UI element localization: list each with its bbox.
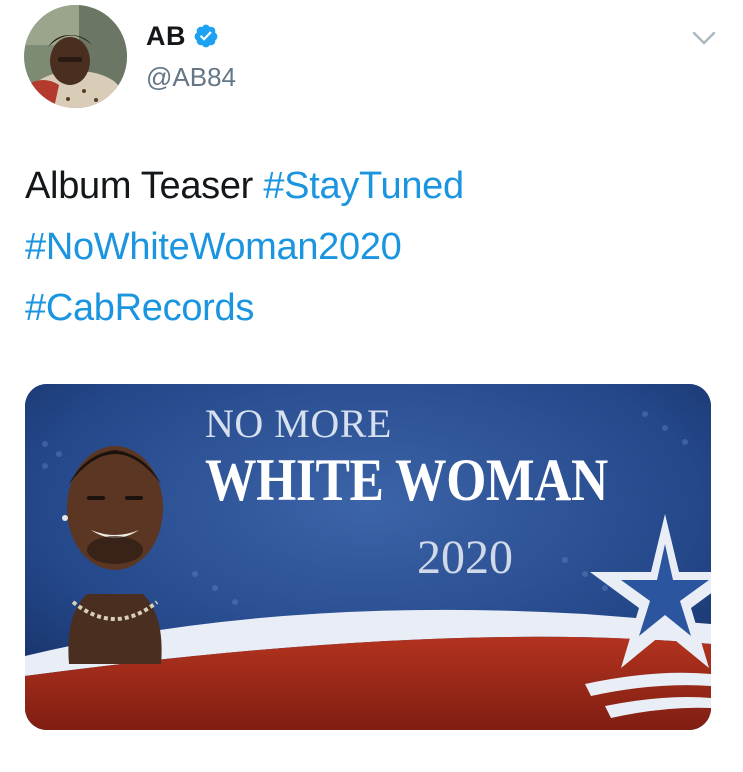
media-image[interactable]: NO MORE WHITE WOMAN 2020 xyxy=(25,384,711,730)
media-text-year: 2020 xyxy=(417,531,513,584)
chevron-down-icon[interactable] xyxy=(690,28,718,48)
verified-badge-icon xyxy=(193,23,219,49)
author-name-row: AB xyxy=(146,18,219,54)
tweet-text-line-3: #CabRecords xyxy=(25,278,715,339)
media-text-white-woman: WHITE WOMAN xyxy=(205,447,608,513)
tweet-text: Album Teaser #StayTuned #NoWhiteWoman202… xyxy=(25,156,715,339)
tweet-text-line-2: #NoWhiteWoman2020 xyxy=(25,217,715,278)
hashtag-link[interactable]: #NoWhiteWoman2020 xyxy=(25,226,402,268)
media-text-no-more: NO MORE xyxy=(205,401,392,446)
tweet-card: AB @AB84 Album Teaser #StayTuned #NoWhit… xyxy=(0,0,743,772)
avatar-photo xyxy=(24,5,127,108)
tweet-plain-text: Album Teaser xyxy=(25,165,254,207)
handle[interactable]: @AB84 xyxy=(146,62,236,93)
hashtag-link[interactable]: #StayTuned xyxy=(263,165,464,207)
display-name[interactable]: AB xyxy=(146,21,186,52)
hashtag-link[interactable]: #CabRecords xyxy=(25,287,254,329)
avatar[interactable] xyxy=(24,5,127,108)
tweet-text-line-1: Album Teaser #StayTuned xyxy=(25,156,715,217)
